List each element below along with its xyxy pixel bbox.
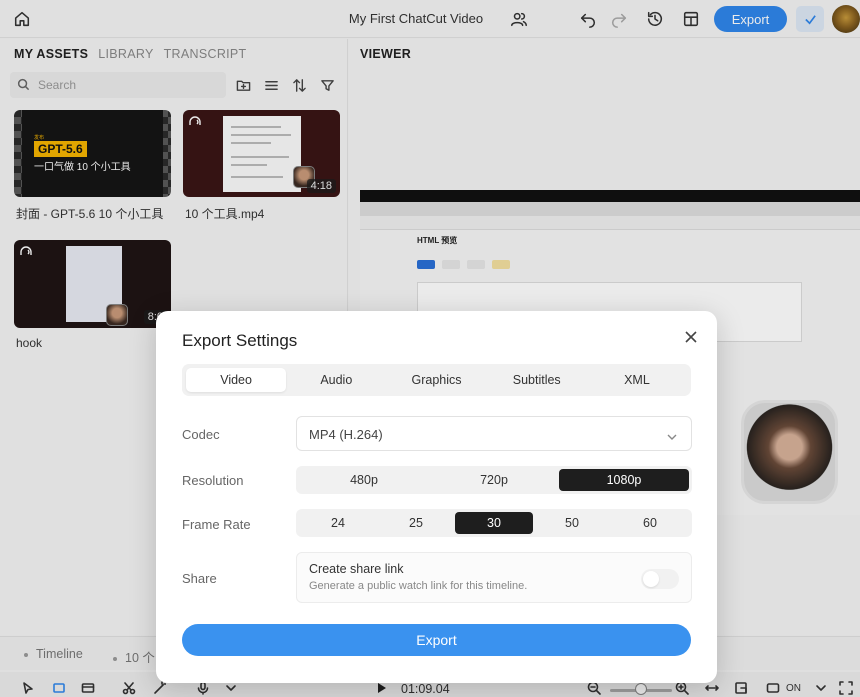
frame-rate-30[interactable]: 30: [455, 512, 533, 534]
chevron-down-icon: [667, 429, 677, 440]
share-link-option: Create share link Generate a public watc…: [296, 552, 692, 603]
close-icon[interactable]: [682, 328, 700, 346]
codec-label: Codec: [182, 427, 220, 442]
resolution-720p[interactable]: 720p: [429, 469, 559, 491]
export-tabs: Video Audio Graphics Subtitles XML: [182, 364, 691, 396]
tab-audio[interactable]: Audio: [286, 368, 386, 392]
export-settings-dialog: Export Settings Video Audio Graphics Sub…: [156, 311, 717, 683]
frame-rate-25[interactable]: 25: [377, 512, 455, 534]
tab-subtitles[interactable]: Subtitles: [487, 368, 587, 392]
resolution-label: Resolution: [182, 473, 244, 488]
resolution-options: 480p 720p 1080p: [296, 466, 692, 494]
resolution-1080p[interactable]: 1080p: [559, 469, 689, 491]
share-title: Create share link: [309, 562, 404, 576]
tab-video[interactable]: Video: [186, 368, 287, 392]
frame-rate-options: 24 25 30 50 60: [296, 509, 692, 537]
share-link-toggle[interactable]: [641, 569, 679, 589]
frame-rate-50[interactable]: 50: [533, 512, 611, 534]
share-label: Share: [182, 571, 217, 586]
frame-rate-24[interactable]: 24: [299, 512, 377, 534]
toggle-knob: [643, 571, 659, 587]
tab-graphics[interactable]: Graphics: [386, 368, 486, 392]
codec-select[interactable]: MP4 (H.264): [296, 416, 692, 451]
codec-value: MP4 (H.264): [309, 427, 383, 442]
share-description: Generate a public watch link for this ti…: [309, 580, 528, 592]
export-button[interactable]: Export: [182, 624, 691, 656]
resolution-480p[interactable]: 480p: [299, 469, 429, 491]
frame-rate-60[interactable]: 60: [611, 512, 689, 534]
tab-xml[interactable]: XML: [587, 368, 687, 392]
dialog-title: Export Settings: [182, 331, 298, 350]
frame-rate-label: Frame Rate: [182, 517, 251, 532]
